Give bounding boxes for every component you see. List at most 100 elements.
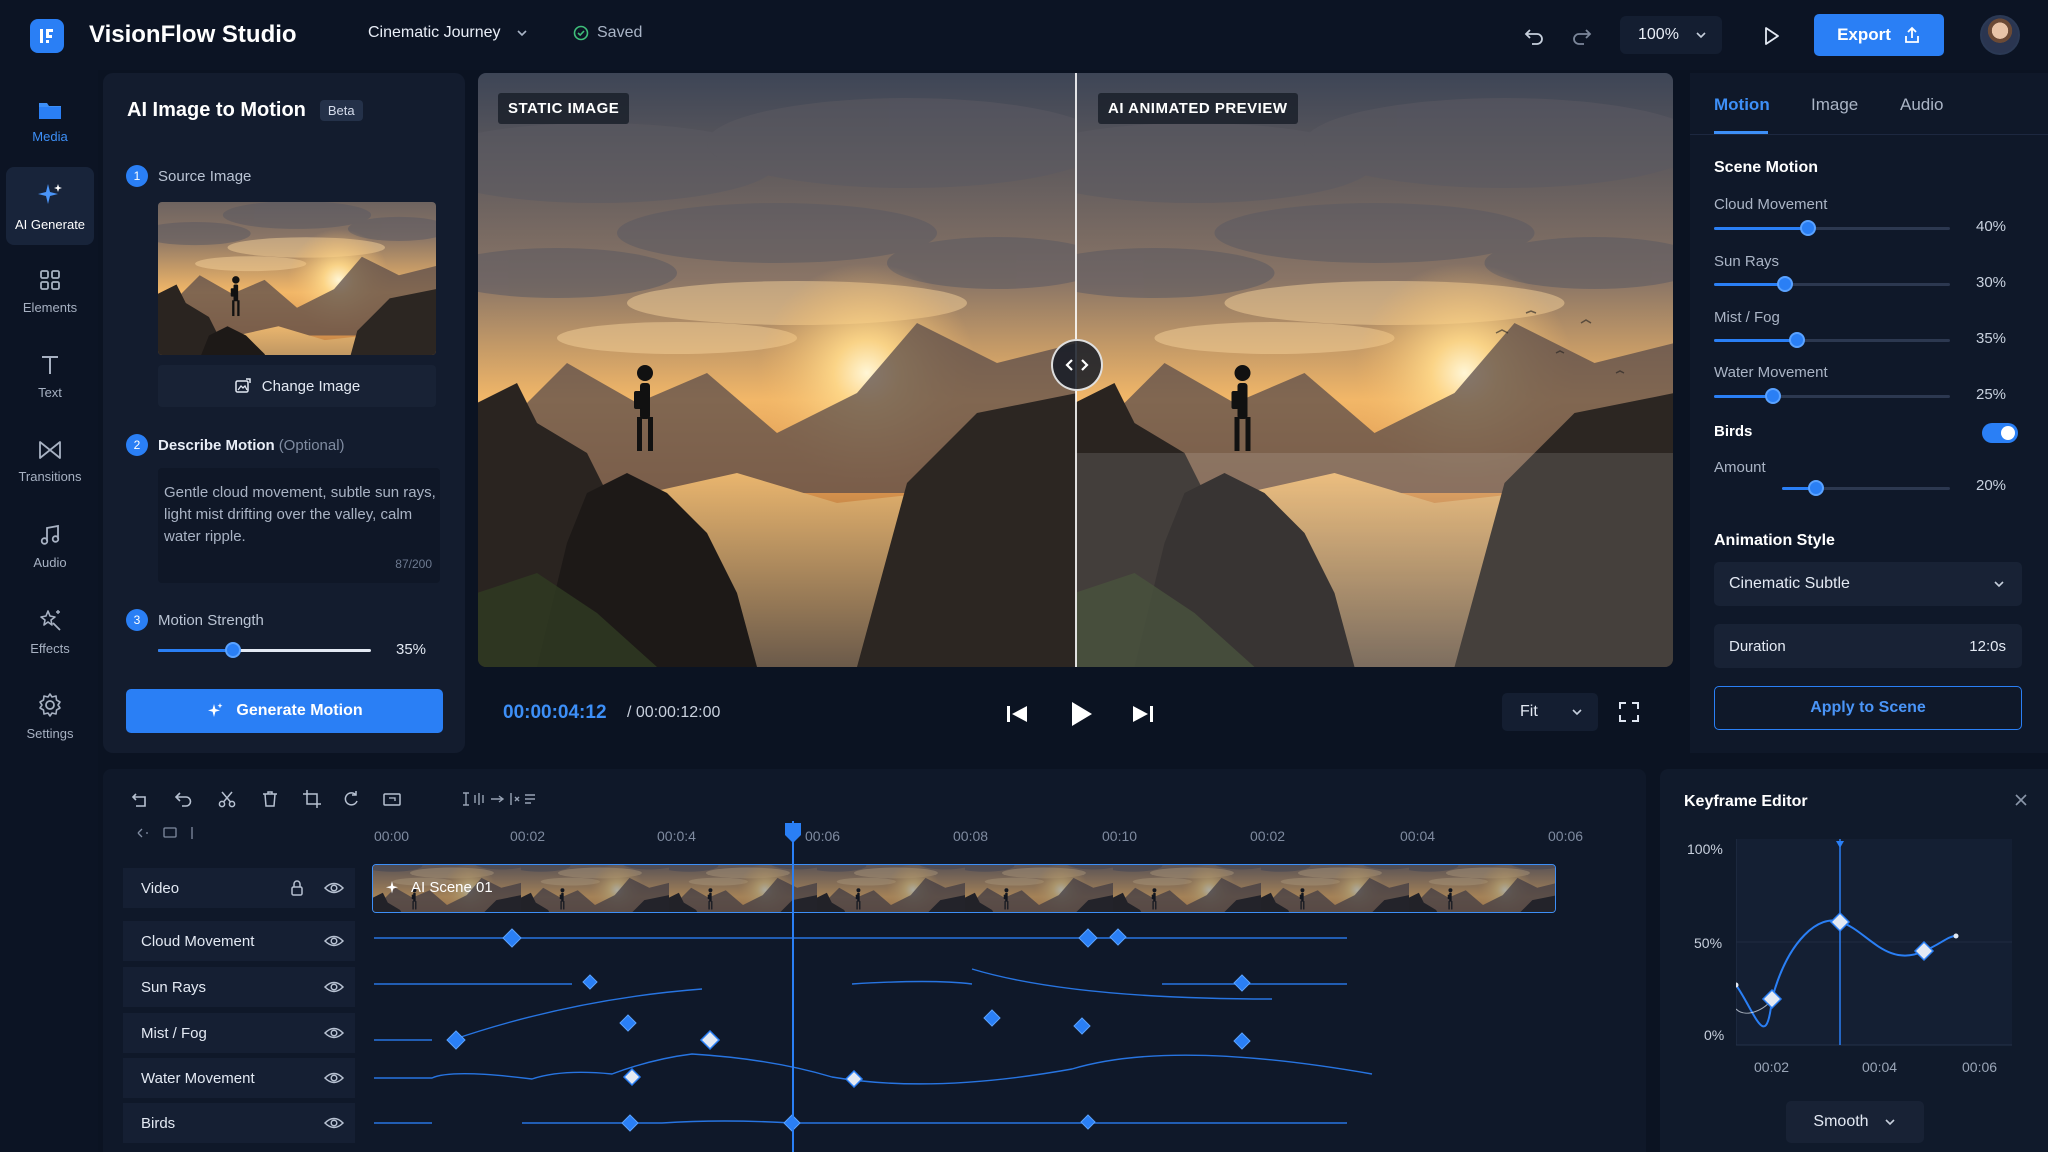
playhead-handle[interactable] bbox=[783, 823, 803, 845]
fullscreen-button[interactable] bbox=[1617, 700, 1641, 724]
generate-motion-button[interactable]: Generate Motion bbox=[126, 689, 443, 733]
keyframe-lanes[interactable] bbox=[372, 919, 1647, 1152]
animated-preview-label: AI ANIMATED PREVIEW bbox=[1098, 93, 1298, 124]
layers-button[interactable] bbox=[378, 785, 406, 813]
skip-back-button[interactable] bbox=[1003, 700, 1031, 728]
rail-item-media[interactable]: Media bbox=[6, 82, 94, 160]
slider-handle[interactable] bbox=[1776, 276, 1793, 292]
select-tool-button[interactable] bbox=[127, 785, 155, 813]
slider-label: Cloud Movement bbox=[1714, 196, 1828, 213]
step-label: Describe Motion bbox=[158, 436, 275, 454]
compare-slider-handle[interactable] bbox=[1051, 339, 1103, 391]
user-avatar[interactable] bbox=[1980, 15, 2020, 55]
y-axis-label: 100% bbox=[1687, 841, 1723, 857]
sparkle-icon bbox=[208, 703, 223, 717]
upload-icon bbox=[1905, 26, 1919, 43]
slider-handle[interactable] bbox=[1800, 220, 1817, 236]
mist-fog-slider[interactable] bbox=[1714, 332, 1950, 348]
motion-strength-slider[interactable] bbox=[158, 642, 371, 658]
eye-icon[interactable] bbox=[323, 933, 345, 949]
gear-icon bbox=[39, 692, 61, 717]
rail-item-ai-generate[interactable]: AI Generate bbox=[6, 167, 94, 245]
slider-handle[interactable] bbox=[1765, 388, 1781, 404]
tab-image[interactable]: Image bbox=[1811, 95, 1858, 115]
rail-item-settings[interactable]: Settings bbox=[6, 677, 94, 755]
delete-button[interactable] bbox=[256, 785, 284, 813]
keyframe-marker bbox=[582, 974, 598, 990]
trash-icon bbox=[263, 791, 277, 807]
lock-icon[interactable] bbox=[289, 879, 305, 897]
birds-amount-slider[interactable] bbox=[1782, 480, 1950, 496]
track-header-mist-fog[interactable]: Mist / Fog bbox=[123, 1013, 355, 1053]
step-source-image: 1 Source Image bbox=[126, 165, 251, 187]
step-label: Motion Strength bbox=[158, 611, 264, 629]
save-status-label: Saved bbox=[597, 24, 643, 41]
slider-handle[interactable] bbox=[224, 642, 241, 658]
track-header-video[interactable]: Video bbox=[123, 868, 355, 908]
change-image-button[interactable]: Change Image bbox=[158, 365, 436, 407]
snap-tools[interactable] bbox=[459, 785, 539, 813]
rail-item-audio[interactable]: Audio bbox=[6, 507, 94, 585]
eye-icon[interactable] bbox=[323, 1070, 345, 1086]
cloud-movement-slider[interactable] bbox=[1714, 220, 1950, 236]
skip-forward-button[interactable] bbox=[1129, 700, 1157, 728]
undo-icon bbox=[174, 792, 192, 807]
selected-keyframe-marker bbox=[699, 1029, 721, 1051]
eye-icon[interactable] bbox=[323, 1115, 345, 1131]
apply-to-scene-button[interactable]: Apply to Scene bbox=[1714, 686, 2022, 730]
time-ruler[interactable]: 00:00 00:02 00:0:4 00:06 00:08 00:10 00:… bbox=[372, 819, 1647, 849]
zoom-selector[interactable]: 100% bbox=[1620, 16, 1722, 54]
keyframe-marker bbox=[983, 1009, 1001, 1027]
keyframe-curve-graph[interactable] bbox=[1736, 839, 2048, 1049]
play-button[interactable] bbox=[1064, 698, 1096, 730]
close-icon[interactable] bbox=[2012, 791, 2030, 809]
eye-icon[interactable] bbox=[323, 880, 345, 896]
source-image-thumbnail[interactable] bbox=[158, 202, 436, 355]
animation-style-select[interactable]: Cinematic Subtle bbox=[1714, 562, 2022, 606]
track-header-tools[interactable] bbox=[136, 823, 206, 843]
rail-item-text[interactable]: Text bbox=[6, 337, 94, 415]
rail-label: Effects bbox=[30, 640, 70, 656]
slider-handle[interactable] bbox=[1788, 332, 1805, 348]
undo-button[interactable] bbox=[1518, 20, 1550, 52]
comparison-preview[interactable]: STATIC IMAGE AI ANIMATED PREVIEW bbox=[478, 73, 1673, 667]
loop-button[interactable] bbox=[337, 785, 365, 813]
track-header-cloud-movement[interactable]: Cloud Movement bbox=[123, 921, 355, 961]
rail-item-effects[interactable]: Effects bbox=[6, 592, 94, 670]
video-clip-ai-scene-01[interactable]: AI Scene 01 bbox=[372, 864, 1556, 913]
chevron-down-icon bbox=[1696, 32, 1706, 39]
export-button[interactable]: Export bbox=[1814, 14, 1944, 56]
motion-strength-value: 35% bbox=[396, 641, 427, 658]
character-counter: 87/200 bbox=[395, 557, 432, 571]
rail-item-elements[interactable]: Elements bbox=[6, 252, 94, 330]
water-movement-slider[interactable] bbox=[1714, 388, 1950, 404]
playhead-line[interactable] bbox=[792, 821, 794, 1152]
eye-icon[interactable] bbox=[323, 979, 345, 995]
change-image-label: Change Image bbox=[261, 377, 361, 395]
birds-toggle[interactable] bbox=[1982, 423, 2018, 443]
redo-button[interactable] bbox=[1566, 20, 1598, 52]
fit-selector[interactable]: Fit bbox=[1502, 693, 1598, 731]
total-timecode: / 00:00:12:00 bbox=[627, 704, 721, 721]
motion-prompt-input[interactable]: Gentle cloud movement, subtle sun rays, … bbox=[158, 468, 440, 583]
tab-audio[interactable]: Audio bbox=[1900, 95, 1943, 115]
track-header-birds[interactable]: Birds bbox=[123, 1103, 355, 1143]
step-label: Source Image bbox=[158, 167, 252, 185]
tab-motion[interactable]: Motion bbox=[1714, 95, 1770, 115]
chevron-down-icon bbox=[516, 30, 527, 37]
project-selector[interactable]: Cinematic Journey bbox=[368, 24, 529, 42]
play-preview-button[interactable] bbox=[1755, 20, 1787, 52]
split-button[interactable] bbox=[213, 785, 241, 813]
rail-item-transitions[interactable]: Transitions bbox=[6, 422, 94, 500]
track-header-water-movement[interactable]: Water Movement bbox=[123, 1058, 355, 1098]
duration-field[interactable]: Duration 12:0s bbox=[1714, 624, 2022, 668]
timeline-undo-button[interactable] bbox=[170, 785, 198, 813]
step-number: 2 bbox=[126, 434, 148, 456]
crop-button[interactable] bbox=[298, 785, 326, 813]
interpolation-select[interactable]: Smooth bbox=[1786, 1101, 1924, 1143]
eye-icon[interactable] bbox=[323, 1025, 345, 1041]
sun-rays-slider[interactable] bbox=[1714, 276, 1950, 292]
slider-handle[interactable] bbox=[1807, 480, 1824, 496]
check-circle-icon bbox=[573, 25, 589, 41]
track-header-sun-rays[interactable]: Sun Rays bbox=[123, 967, 355, 1007]
